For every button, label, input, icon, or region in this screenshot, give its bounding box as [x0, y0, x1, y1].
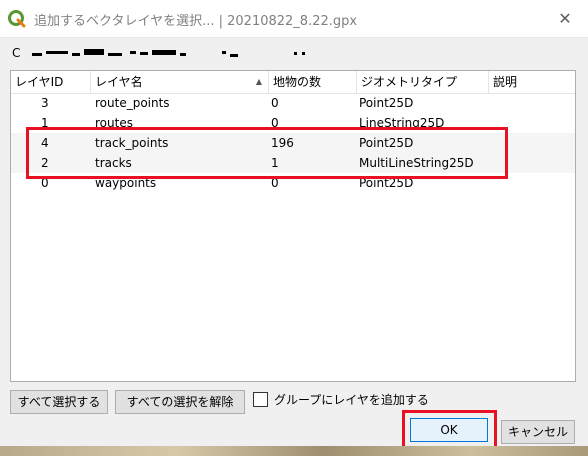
path-label: C: [12, 46, 21, 60]
close-icon: ✕: [558, 9, 572, 28]
map-canvas-background: [0, 446, 588, 456]
sort-ascending-icon: ▲: [255, 77, 262, 86]
table-header: レイヤID レイヤ名 ▲ 地物の数 ジオメトリタイプ 説明: [11, 71, 575, 94]
table-row[interactable]: 3 route_points 0 Point25D: [11, 93, 575, 113]
add-to-group-label: グループにレイヤを追加する: [274, 393, 429, 407]
window-title: 追加するベクタレイヤを選択... | 20210822_8.22.gpx: [34, 14, 358, 29]
column-header-geometry-type[interactable]: ジオメトリタイプ: [357, 71, 489, 93]
highlight-box-ok: [402, 410, 497, 450]
column-header-layer-name[interactable]: レイヤ名 ▲: [91, 71, 269, 93]
column-header-description[interactable]: 説明: [489, 71, 575, 93]
qgis-logo-icon: [8, 10, 26, 28]
layer-table: レイヤID レイヤ名 ▲ 地物の数 ジオメトリタイプ 説明 3 route_po…: [10, 70, 576, 382]
select-all-button[interactable]: すべて選択する: [10, 390, 108, 414]
column-header-layer-id[interactable]: レイヤID: [11, 71, 91, 93]
close-button[interactable]: ✕: [542, 0, 588, 37]
title-bar: 追加するベクタレイヤを選択... | 20210822_8.22.gpx ✕: [0, 0, 588, 38]
add-to-group-checkbox[interactable]: [253, 392, 268, 407]
source-path: C: [12, 46, 572, 62]
deselect-all-button[interactable]: すべての選択を解除: [115, 390, 245, 414]
column-header-feature-count[interactable]: 地物の数: [269, 71, 357, 93]
highlight-box-rows: [26, 127, 508, 179]
cancel-button[interactable]: キャンセル: [501, 420, 575, 444]
